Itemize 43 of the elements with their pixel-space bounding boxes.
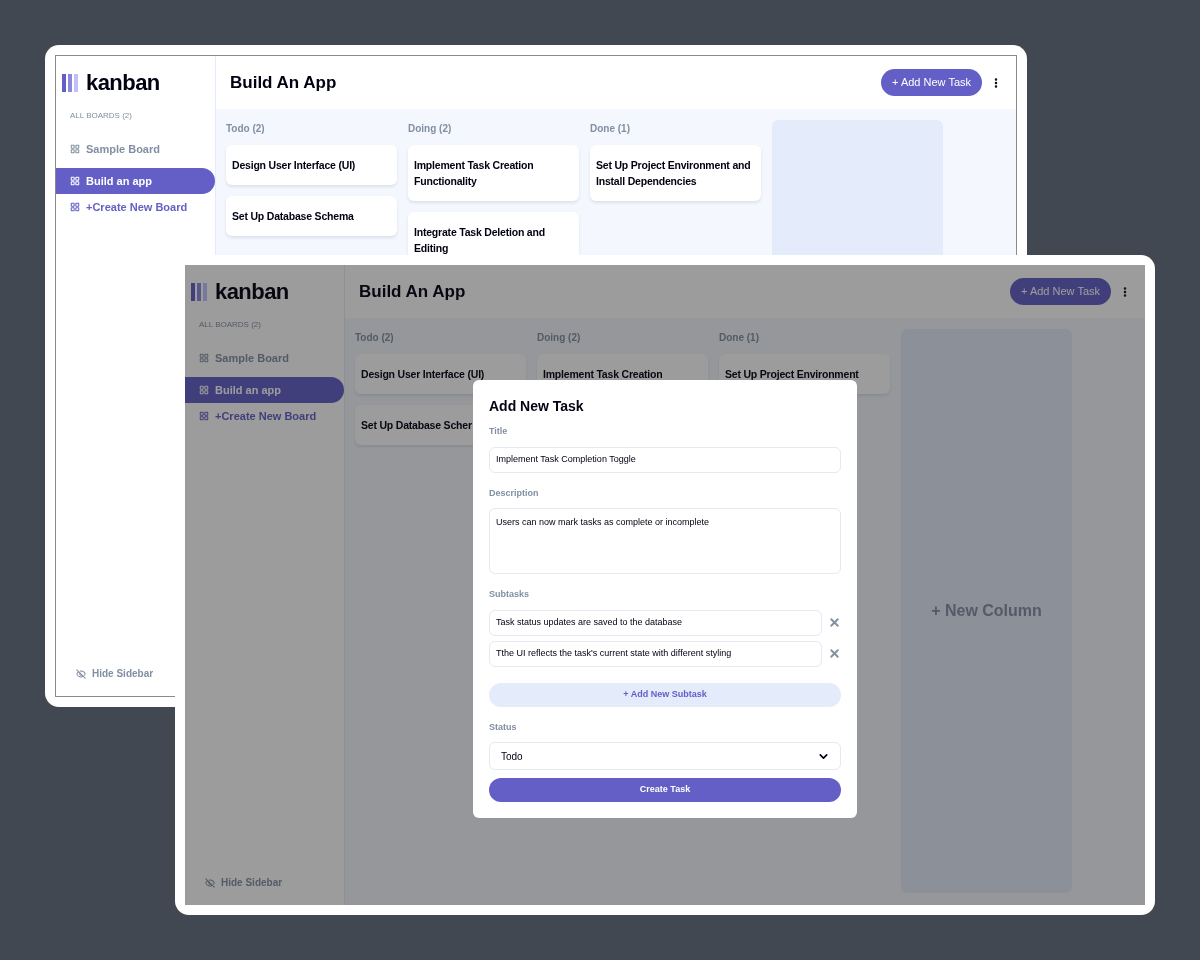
task-card[interactable]: Set Up Project Environment and Install Dependencies xyxy=(590,145,761,201)
field-label: Status xyxy=(489,720,518,734)
column-heading: Doing (2) xyxy=(537,331,582,345)
boards-heading: ALL BOARDS (2) xyxy=(198,319,262,331)
eye-off-icon xyxy=(76,668,86,679)
column-heading: Doing (2) xyxy=(408,122,453,136)
subtask-input[interactable]: Task status updates are saved to the database xyxy=(489,609,822,636)
board-icon xyxy=(70,202,80,212)
board-title: Build An App xyxy=(230,71,337,94)
title-input[interactable]: Implement Task Completion Toggle xyxy=(489,446,841,473)
logo-bars-icon xyxy=(191,282,207,301)
create-board-link[interactable]: +Create New Board xyxy=(56,194,215,220)
column-heading: Todo (2) xyxy=(226,122,266,136)
field-label: Subtasks xyxy=(489,588,531,601)
task-card[interactable]: Implement Task Creation Functionality xyxy=(408,145,579,201)
eye-off-icon xyxy=(205,877,215,888)
boards-heading: ALL BOARDS (2) xyxy=(69,110,133,122)
description-input[interactable]: Users can now mark tasks as complete or incomplete xyxy=(489,508,841,574)
add-task-button[interactable]: + Add New Task xyxy=(1010,278,1111,305)
subtask-input[interactable]: Tthe UI reflects the task's current state with different styling xyxy=(489,640,822,667)
app-logo: kanban xyxy=(215,280,289,303)
logo-bars-icon xyxy=(62,73,78,92)
board-icon xyxy=(199,385,209,395)
board-icon xyxy=(70,144,80,154)
app-logo: kanban xyxy=(86,71,160,94)
status-select[interactable]: Todo xyxy=(489,742,841,770)
remove-icon[interactable] xyxy=(828,616,841,629)
task-card[interactable]: Set Up Database Schema xyxy=(226,196,397,236)
add-subtask-button[interactable]: + Add New Subtask xyxy=(489,682,841,707)
column-heading: Todo (2) xyxy=(355,331,395,345)
board-icon xyxy=(70,176,80,186)
board-item[interactable]: Build an app xyxy=(56,168,215,194)
column-heading: Done (1) xyxy=(719,331,760,345)
field-label: Title xyxy=(489,425,509,438)
field-label: Description xyxy=(489,486,540,500)
remove-icon[interactable] xyxy=(828,647,841,660)
board-icon xyxy=(199,411,209,421)
column-heading: Done (1) xyxy=(590,122,631,136)
board-icon xyxy=(199,353,209,363)
board-title: Build An App xyxy=(359,280,466,303)
add-task-button[interactable]: + Add New Task xyxy=(881,69,982,96)
task-card[interactable]: Design User Interface (UI) xyxy=(226,145,397,185)
create-task-button[interactable]: Create Task xyxy=(489,778,841,802)
